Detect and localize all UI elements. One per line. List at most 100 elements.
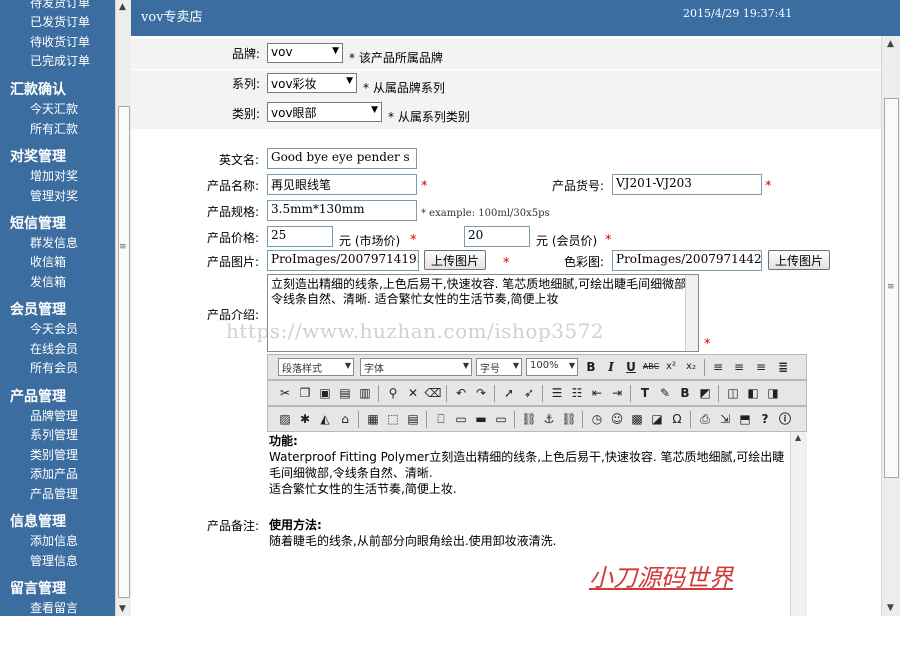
member-price-input[interactable]: 20 (464, 226, 530, 247)
underline-icon[interactable]: U (622, 358, 640, 376)
sidebar-section-remittance[interactable]: 汇款确认 (10, 79, 66, 99)
sidebar-item-add-info[interactable]: 添加信息 (30, 532, 78, 549)
paste-icon[interactable]: ▣ (316, 384, 334, 402)
product-no-input[interactable]: VJ201-VJ203 (612, 174, 762, 195)
sidebar-item-awaiting-receipt[interactable]: 待收货订单 (30, 33, 90, 50)
font-select[interactable]: 字体 ▼ (360, 358, 472, 376)
help-icon[interactable]: ? (756, 410, 774, 428)
unlink-icon[interactable]: ⛓ (560, 410, 578, 428)
indent-icon[interactable]: ⇥ (608, 384, 626, 402)
sidebar-section-products[interactable]: 产品管理 (10, 386, 66, 406)
symbol-icon[interactable]: Ω (668, 410, 686, 428)
align-left-icon[interactable]: ≡ (709, 358, 727, 376)
time-icon[interactable]: ◷ (588, 410, 606, 428)
bg-color-icon[interactable]: B (676, 384, 694, 402)
main-scrollbar[interactable]: ▲ ≡ ▼ (881, 36, 900, 616)
sidebar-item-view-messages[interactable]: 查看留言 (30, 599, 78, 616)
outdent-icon[interactable]: ⇤ (588, 384, 606, 402)
zoom-select[interactable]: 100% ▼ (526, 358, 578, 376)
fullscreen-icon[interactable]: ⬒ (736, 410, 754, 428)
color-image-path-input[interactable]: ProImages/20079714421 (612, 250, 762, 271)
layer-front-icon[interactable]: ◫ (724, 384, 742, 402)
page-break-icon[interactable]: ⇲ (716, 410, 734, 428)
editor-scrollbar[interactable]: ▲ (790, 432, 807, 616)
sidebar-item-online-members[interactable]: 在线会员 (30, 340, 78, 357)
ordered-list-icon[interactable]: ☰ (548, 384, 566, 402)
text-color-icon[interactable]: T (636, 384, 654, 402)
remote-image-icon[interactable]: ◪ (648, 410, 666, 428)
sidebar-item-manage-prize[interactable]: 管理对奖 (30, 187, 78, 204)
english-name-input[interactable]: Good bye eye pender s (267, 148, 417, 169)
sidebar-scroll-thumb[interactable] (118, 106, 130, 598)
strikethrough-icon[interactable]: ABC (642, 358, 660, 376)
flash-icon[interactable]: ✱ (296, 410, 314, 428)
sidebar-section-sms[interactable]: 短信管理 (10, 213, 66, 233)
scroll-up-icon[interactable]: ▲ (887, 39, 894, 49)
find-icon[interactable]: ⚲ (384, 384, 402, 402)
form-field-icon[interactable]: ▭ (492, 410, 510, 428)
sidebar-section-prize[interactable]: 对奖管理 (10, 146, 66, 166)
category-select[interactable]: vov眼部 ▼ (267, 102, 382, 122)
sidebar-item-category-management[interactable]: 类别管理 (30, 446, 78, 463)
subscript-icon[interactable]: x₂ (682, 358, 700, 376)
superscript-icon[interactable]: x² (662, 358, 680, 376)
scroll-down-icon[interactable]: ▼ (119, 604, 126, 614)
sidebar-item-all-members[interactable]: 所有会员 (30, 359, 78, 376)
market-price-input[interactable]: 25 (267, 226, 333, 247)
select-icon[interactable]: ➚ (500, 384, 518, 402)
redo-icon[interactable]: ↷ (472, 384, 490, 402)
paste-image-icon[interactable]: ▩ (628, 410, 646, 428)
marquee-icon[interactable]: ▭ (452, 410, 470, 428)
print-icon[interactable]: ⎙ (696, 410, 714, 428)
image-path-input[interactable]: ProImages/20079714195 (267, 250, 419, 271)
align-center-icon[interactable]: ≡ (730, 358, 748, 376)
undo-icon[interactable]: ↶ (452, 384, 470, 402)
sidebar-item-all-remittance[interactable]: 所有汇款 (30, 120, 78, 137)
size-select[interactable]: 字号 ▼ (476, 358, 522, 376)
sidebar-section-info[interactable]: 信息管理 (10, 511, 66, 531)
sidebar-scrollbar[interactable]: ▲ ≡ ▼ (115, 0, 131, 616)
sidebar-item-manage-info[interactable]: 管理信息 (30, 552, 78, 569)
button-icon[interactable]: ▬ (472, 410, 490, 428)
sidebar-item-inbox[interactable]: 收信箱 (30, 253, 66, 270)
align-right-icon[interactable]: ≡ (752, 358, 770, 376)
upload-color-image-button[interactable]: 上传图片 (768, 250, 831, 270)
eraser-icon[interactable]: ⌫ (424, 384, 442, 402)
italic-icon[interactable]: I (602, 358, 620, 376)
select-all-icon[interactable]: ➶ (520, 384, 538, 402)
sidebar-section-messages[interactable]: 留言管理 (10, 578, 66, 598)
spec-input[interactable]: 3.5mm*130mm (267, 200, 417, 221)
sidebar-item-add-product[interactable]: 添加产品 (30, 465, 78, 482)
sidebar-item-today-remittance[interactable]: 今天汇款 (30, 100, 78, 117)
product-name-input[interactable]: 再见眼线笔 (267, 174, 417, 195)
sidebar-item-today-members[interactable]: 今天会员 (30, 320, 78, 337)
bold-icon[interactable]: B (582, 358, 600, 376)
special-icon[interactable]: ⌂ (336, 410, 354, 428)
sidebar-item-pending-shipment[interactable]: 待发货订单 (30, 0, 90, 11)
highlight-icon[interactable]: ✎ (656, 384, 674, 402)
sidebar-item-outbox[interactable]: 发信箱 (30, 273, 66, 290)
image-icon[interactable]: ▨ (276, 410, 294, 428)
sidebar-item-product-management[interactable]: 产品管理 (30, 485, 78, 502)
scroll-down-icon[interactable]: ▼ (887, 603, 894, 613)
unordered-list-icon[interactable]: ☷ (568, 384, 586, 402)
scroll-up-icon[interactable]: ▲ (119, 2, 126, 12)
fieldset-icon[interactable]: ⎕ (432, 410, 450, 428)
delete-icon[interactable]: ✕ (404, 384, 422, 402)
upload-image-button[interactable]: 上传图片 (424, 250, 487, 270)
abs-position-icon[interactable]: ◩ (696, 384, 714, 402)
sidebar-item-brand-management[interactable]: 品牌管理 (30, 407, 78, 424)
series-select[interactable]: vov彩妆 ▼ (267, 73, 357, 93)
sidebar-item-series-management[interactable]: 系列管理 (30, 426, 78, 443)
table-icon[interactable]: ▦ (364, 410, 382, 428)
format-select[interactable]: 段落样式 ▼ (278, 358, 354, 376)
info-icon[interactable]: ⓘ (776, 410, 794, 428)
emoticon-icon[interactable]: ☺ (608, 410, 626, 428)
sidebar-item-add-prize[interactable]: 增加对奖 (30, 167, 78, 184)
sidebar-item-completed[interactable]: 已完成订单 (30, 52, 90, 69)
scroll-up-icon[interactable]: ▲ (795, 433, 801, 442)
intro-scrollbar[interactable] (685, 275, 698, 351)
sidebar-item-shipped[interactable]: 已发货订单 (30, 13, 90, 30)
copy-icon[interactable]: ❐ (296, 384, 314, 402)
frame-icon[interactable]: ▤ (404, 410, 422, 428)
